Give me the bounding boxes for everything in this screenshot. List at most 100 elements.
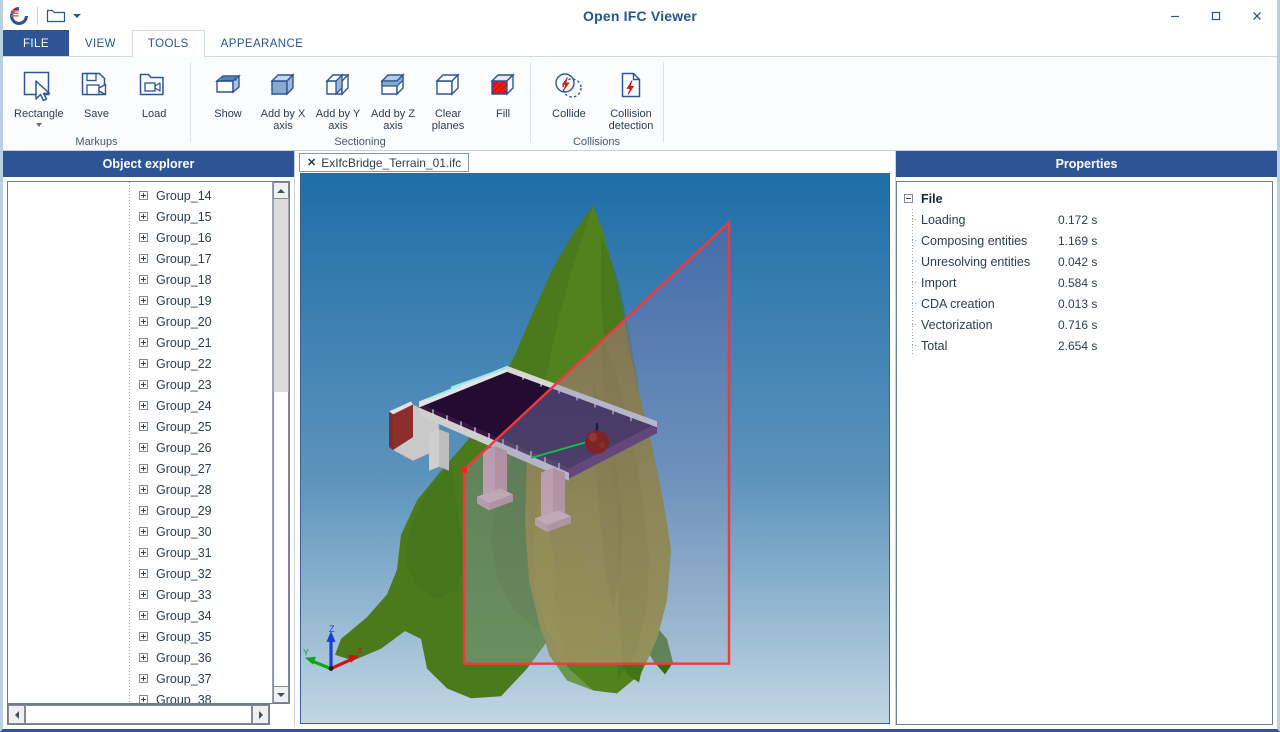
show-sections-icon: [208, 66, 248, 106]
property-row[interactable]: CDA creation 0.013 s: [897, 293, 1272, 314]
tree-item[interactable]: Group_20: [8, 311, 272, 332]
chevron-down-icon[interactable]: [73, 13, 81, 18]
property-row[interactable]: Import 0.584 s: [897, 272, 1272, 293]
property-row[interactable]: Unresolving entities 0.042 s: [897, 251, 1272, 272]
plus-expander-icon[interactable]: [139, 674, 148, 683]
tree-item[interactable]: Group_35: [8, 626, 272, 647]
explorer-vertical-scrollbar[interactable]: [272, 182, 289, 703]
tree-item[interactable]: Group_34: [8, 605, 272, 626]
tree-item[interactable]: Group_26: [8, 437, 272, 458]
tree-item[interactable]: Group_37: [8, 668, 272, 689]
plus-expander-icon[interactable]: [139, 695, 148, 703]
plus-expander-icon[interactable]: [139, 275, 148, 284]
tree-item[interactable]: Group_28: [8, 479, 272, 500]
plus-expander-icon[interactable]: [139, 590, 148, 599]
property-row[interactable]: Composing entities 1.169 s: [897, 230, 1272, 251]
save-markup-button[interactable]: Save: [69, 61, 123, 135]
plus-expander-icon[interactable]: [139, 485, 148, 494]
vertical-scroll-track[interactable]: [273, 392, 289, 686]
fill-section-button[interactable]: Fill: [476, 61, 530, 135]
tree-item[interactable]: Group_23: [8, 374, 272, 395]
tab-appearance[interactable]: APPEARANCE: [205, 30, 320, 56]
tree-item[interactable]: Group_18: [8, 269, 272, 290]
folder-open-icon[interactable]: [46, 7, 66, 24]
plus-expander-icon[interactable]: [139, 506, 148, 515]
vertical-scroll-thumb[interactable]: [273, 199, 289, 392]
tree-item[interactable]: Group_27: [8, 458, 272, 479]
tab-file[interactable]: FILE: [3, 30, 69, 56]
properties-list[interactable]: File Loading 0.172 s Composing entities 1.1…: [896, 181, 1273, 725]
tree-item[interactable]: Group_21: [8, 332, 272, 353]
scroll-up-icon[interactable]: [273, 182, 289, 199]
load-markup-button[interactable]: Load: [127, 61, 181, 135]
collision-detection-button[interactable]: Collision detection: [604, 61, 658, 135]
add-section-z-button[interactable]: Add by Z axis: [366, 61, 420, 135]
3d-scene[interactable]: Z X Y: [301, 174, 889, 723]
tree-item[interactable]: Group_19: [8, 290, 272, 311]
scroll-down-icon[interactable]: [273, 686, 289, 703]
tree-item[interactable]: Group_14: [8, 185, 272, 206]
plus-expander-icon[interactable]: [139, 443, 148, 452]
plus-expander-icon[interactable]: [139, 527, 148, 536]
plus-expander-icon[interactable]: [139, 422, 148, 431]
plus-expander-icon[interactable]: [139, 338, 148, 347]
object-tree[interactable]: Group_14 Group_15 Group_16 Group_17 Group_18…: [8, 182, 272, 703]
tree-item[interactable]: Group_31: [8, 542, 272, 563]
plus-expander-icon[interactable]: [139, 401, 148, 410]
minimize-button[interactable]: [1154, 0, 1195, 31]
tree-item[interactable]: Group_22: [8, 353, 272, 374]
tree-item[interactable]: Group_30: [8, 521, 272, 542]
maximize-button[interactable]: [1195, 0, 1236, 31]
tree-item-label: Group_21: [156, 335, 212, 350]
property-row[interactable]: Total 2.654 s: [897, 335, 1272, 356]
plus-expander-icon[interactable]: [139, 548, 148, 557]
plus-expander-icon[interactable]: [139, 317, 148, 326]
plus-expander-icon[interactable]: [139, 569, 148, 578]
plus-expander-icon[interactable]: [139, 653, 148, 662]
tree-item[interactable]: Group_17: [8, 248, 272, 269]
fill-section-icon: [483, 66, 523, 106]
tree-item[interactable]: Group_32: [8, 563, 272, 584]
scroll-left-icon[interactable]: [8, 705, 25, 724]
plus-expander-icon[interactable]: [139, 233, 148, 242]
rectangle-markup-button[interactable]: Rectangle: [12, 61, 66, 135]
tree-item[interactable]: Group_36: [8, 647, 272, 668]
tree-item[interactable]: Group_15: [8, 206, 272, 227]
toolbar-separator: [37, 6, 38, 25]
tree-item[interactable]: Group_25: [8, 416, 272, 437]
plus-expander-icon[interactable]: [139, 632, 148, 641]
properties-root-row[interactable]: File: [897, 188, 1272, 209]
document-tab[interactable]: ✕ ExIfcBridge_Terrain_01.ifc: [299, 153, 470, 172]
plus-expander-icon[interactable]: [139, 296, 148, 305]
close-button[interactable]: [1236, 0, 1277, 31]
property-row[interactable]: Loading 0.172 s: [897, 209, 1272, 230]
plus-expander-icon[interactable]: [139, 191, 148, 200]
plus-expander-icon[interactable]: [139, 380, 148, 389]
tree-item[interactable]: Group_33: [8, 584, 272, 605]
tree-item[interactable]: Group_29: [8, 500, 272, 521]
tree-item[interactable]: Group_16: [8, 227, 272, 248]
plus-expander-icon[interactable]: [139, 611, 148, 620]
plus-expander-icon[interactable]: [139, 359, 148, 368]
plus-expander-icon[interactable]: [139, 254, 148, 263]
close-tab-icon[interactable]: ✕: [307, 156, 316, 169]
tree-item[interactable]: Group_38: [8, 689, 272, 703]
properties-title: Properties: [896, 151, 1277, 177]
plus-expander-icon[interactable]: [139, 464, 148, 473]
collide-button[interactable]: Collide: [542, 61, 596, 135]
add-section-y-button[interactable]: Add by Y axis: [311, 61, 365, 135]
horizontal-scroll-thumb[interactable]: [25, 705, 252, 724]
tree-item[interactable]: Group_24: [8, 395, 272, 416]
minus-expander-icon[interactable]: [903, 194, 921, 203]
plus-expander-icon[interactable]: [139, 212, 148, 221]
scroll-right-icon[interactable]: [252, 705, 269, 724]
tab-tools[interactable]: TOOLS: [131, 30, 205, 57]
explorer-horizontal-scrollbar[interactable]: [7, 704, 270, 725]
tab-view[interactable]: VIEW: [69, 30, 132, 56]
show-sections-button[interactable]: Show: [201, 61, 255, 135]
clear-planes-button[interactable]: Clear planes: [421, 61, 475, 135]
3d-viewport[interactable]: Z X Y: [300, 173, 890, 724]
property-row[interactable]: Vectorization 0.716 s: [897, 314, 1272, 335]
add-section-x-button[interactable]: Add by X axis: [256, 61, 310, 135]
chevron-down-icon[interactable]: [35, 123, 42, 127]
